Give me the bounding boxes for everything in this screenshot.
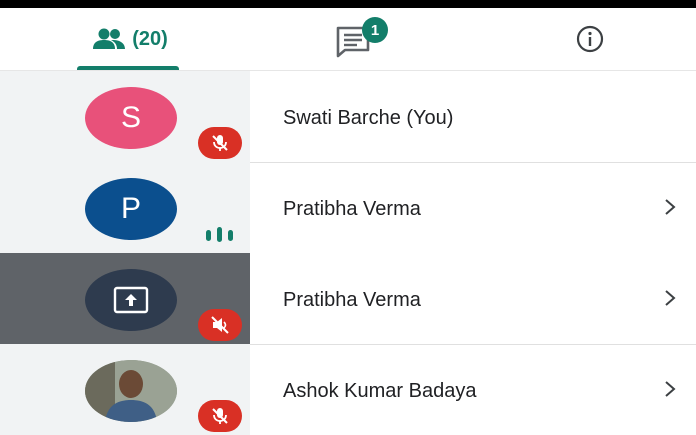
people-count: (20)	[132, 27, 168, 50]
avatar: P	[85, 178, 177, 240]
chevron-right-icon[interactable]	[660, 374, 680, 404]
participant-name: Ashok Kumar Badaya	[283, 380, 477, 402]
tab-info[interactable]	[550, 8, 630, 70]
tab-chat[interactable]: 1	[310, 8, 400, 70]
tab-people[interactable]: (20)	[60, 8, 200, 70]
tab-bar: (20) 1	[0, 8, 696, 71]
screen-share-icon	[113, 286, 149, 314]
participant-row[interactable]: Pratibha Verma	[0, 253, 696, 344]
chevron-right-icon[interactable]	[660, 283, 680, 313]
participant-row[interactable]: P Pratibha Verma	[0, 162, 696, 253]
avatar: S	[85, 87, 177, 149]
participant-name: Pratibha Verma	[283, 289, 421, 311]
unread-badge: 1	[362, 17, 388, 43]
people-icon	[93, 28, 126, 49]
participant-row[interactable]: Ashok Kumar Badaya	[0, 344, 696, 435]
mic-off-icon	[197, 398, 243, 434]
participant-name: Pratibha Verma	[283, 198, 421, 220]
status-bar	[0, 0, 696, 8]
tab-indicator	[77, 66, 179, 70]
info-icon	[576, 25, 604, 53]
participant-row[interactable]: S Swati Barche (You)	[0, 71, 696, 162]
speaking-indicator-icon	[197, 216, 243, 252]
participant-list: S Swati Barche (You) P Pratibha Verma Pr…	[0, 71, 696, 435]
chevron-right-icon[interactable]	[660, 192, 680, 222]
avatar-letter: P	[120, 192, 141, 225]
photo-avatar	[85, 360, 177, 422]
volume-off-icon	[197, 307, 243, 343]
screen-share-avatar	[85, 269, 177, 331]
mic-off-icon	[197, 125, 243, 161]
avatar-letter: S	[120, 101, 141, 134]
participant-name: Swati Barche (You)	[283, 107, 454, 129]
